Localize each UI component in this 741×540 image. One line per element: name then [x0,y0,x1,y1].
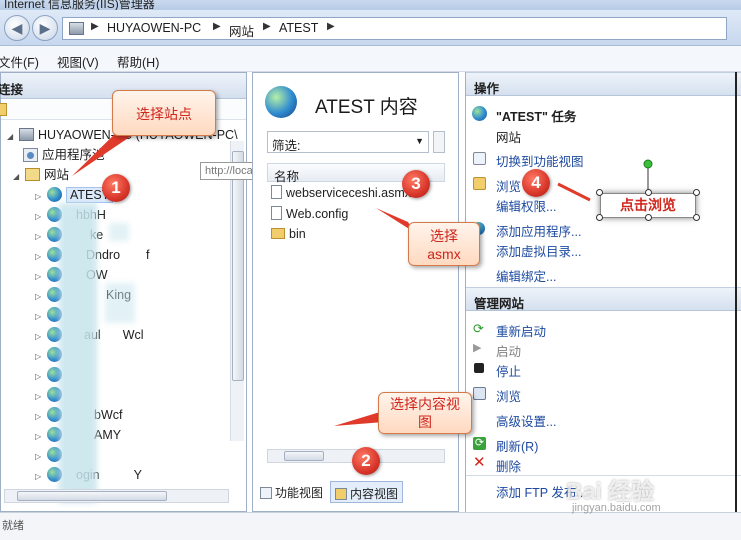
resize-handle [693,214,700,221]
content-pane: ATEST 内容 ▼ 筛选: 名称 webserviceceshi.asmx W… [252,72,459,512]
action-switch-features[interactable]: 切换到功能视图 [496,151,584,170]
forward-arrow-icon[interactable]: ▶ [32,15,58,41]
breadcrumb-server[interactable]: HUYAOWEN-PC [107,21,201,35]
tree-vertical-scrollbar[interactable] [230,141,244,441]
scrollbar-thumb[interactable] [17,491,167,501]
window-title: Internet 信息服务(IIS)管理器 [4,0,155,10]
browse-icon [473,177,486,190]
resize-handle [596,189,603,196]
actions-pane: 操作 "ATEST" 任务 网站 切换到功能视图 浏览 编辑权限... 添加应用… [465,72,741,512]
step-badge-4: 4 [522,169,550,197]
action-add-application[interactable]: 添加应用程序... [496,221,581,240]
callout-select-site: 选择站点 [112,90,216,136]
refresh-icon: ⟳ [473,437,486,450]
stop-icon [474,363,484,373]
window-titlebar: Internet 信息服务(IIS)管理器 [0,0,741,10]
folder-icon [271,228,285,239]
tree-sites[interactable]: ◢ 网站 [13,165,69,185]
restart-icon: ⟳ [473,321,484,336]
menu-bar: 文件(F) 视图(V) 帮助(H) [0,46,741,72]
resize-handle [645,214,652,221]
site-globe-icon [265,86,297,118]
action-browse-site[interactable]: 浏览 [496,386,521,405]
back-arrow-icon[interactable]: ◀ [4,15,30,41]
browse-site-icon [473,387,486,400]
tab-features-view[interactable]: 功能视图 [256,481,327,503]
menu-help[interactable]: 帮助(H) [117,52,159,71]
filter-go-button[interactable] [433,131,445,153]
redacted-area [109,223,129,241]
chevron-right-icon: ▶ [91,21,99,32]
features-view-icon [473,152,486,165]
action-restart[interactable]: 重新启动 [496,321,546,340]
content-title: ATEST 内容 [315,97,418,118]
resize-handle [645,189,652,196]
watermark-line1: Bai 经验 [566,478,655,504]
asmx-file-icon [271,185,282,199]
scrollbar-thumb[interactable] [232,151,244,381]
content-view-icon [335,488,347,500]
action-stop[interactable]: 停止 [496,361,521,380]
callout-select-asmx: 选择 asmx [408,222,480,266]
config-file-icon [271,206,282,220]
breadcrumb-site[interactable]: ATEST [279,21,318,35]
filter-label: 筛选: [272,139,301,153]
baidu-watermark: Bai 经验 jingyan.baidu.com [566,460,736,522]
action-browse[interactable]: 浏览 [496,176,521,195]
action-advanced-settings[interactable]: 高级设置... [496,411,556,430]
status-text: 就绪 [2,520,24,532]
action-delete[interactable]: 删除 [496,456,521,475]
actions-header: 操作 [466,72,741,96]
step-badge-2: 2 [352,447,380,475]
action-add-virtual-dir[interactable]: 添加虚拟目录... [496,241,581,260]
address-bar: ◀ ▶ ▶ HUYAOWEN-PC ▶ 网站 ▶ ATEST ▶ [0,10,741,46]
chevron-right-icon: ▶ [263,21,271,32]
tree-horizontal-scrollbar[interactable] [4,489,229,503]
resize-handle [693,189,700,196]
connections-pane: 连接 ◢HUYAOWEN-PC (HUYAOWEN-PC\ 应用程序池 ◢网站 … [0,72,247,512]
chevron-right-icon: ▶ [213,21,221,32]
callout-select-content-view: 选择内容视 图 [378,392,472,434]
file-row-bin[interactable]: bin [271,227,306,241]
server-icon [19,128,34,141]
start-icon: ▶ [473,342,482,354]
action-edit-bindings[interactable]: 编辑绑定... [496,266,556,285]
menu-view[interactable]: 视图(V) [57,52,99,71]
file-row-asmx[interactable]: webserviceceshi.asmx [271,185,411,200]
server-icon [69,22,84,35]
delete-icon: ✕ [473,454,486,471]
sites-folder-icon [25,168,40,181]
tree-app-pools[interactable]: 应用程序池 [23,145,105,165]
folder-icon[interactable] [0,103,7,116]
step-badge-3: 3 [402,170,430,198]
globe-icon [47,187,62,202]
site-task-subtitle: 网站 [496,131,522,145]
file-row-webconfig[interactable]: Web.config [271,206,348,221]
action-edit-permissions[interactable]: 编辑权限... [496,196,556,215]
globe-icon [472,106,487,121]
action-start: 启动 [496,345,522,359]
chevron-down-icon[interactable]: ▼ [415,136,424,146]
window-edge [735,72,737,512]
redacted-area [59,203,97,503]
site-task-title: "ATEST" 任务 [496,110,577,124]
chevron-right-icon: ▶ [327,21,335,32]
step-badge-1: 1 [102,174,130,202]
breadcrumb-sites[interactable]: 网站 [229,21,254,40]
menu-file[interactable]: 文件(F) [0,52,39,71]
app-pool-icon [23,148,38,162]
features-view-icon [260,487,272,499]
manage-site-header: 管理网站 [466,287,741,311]
watermark-line2: jingyan.baidu.com [572,502,661,514]
breadcrumb[interactable]: ▶ HUYAOWEN-PC ▶ 网站 ▶ ATEST ▶ [62,17,727,40]
scrollbar-thumb[interactable] [284,451,324,461]
action-refresh[interactable]: 刷新(R) [496,436,538,455]
redacted-area [105,283,135,323]
tab-content-view[interactable]: 内容视图 [330,481,404,503]
resize-handle [596,214,603,221]
